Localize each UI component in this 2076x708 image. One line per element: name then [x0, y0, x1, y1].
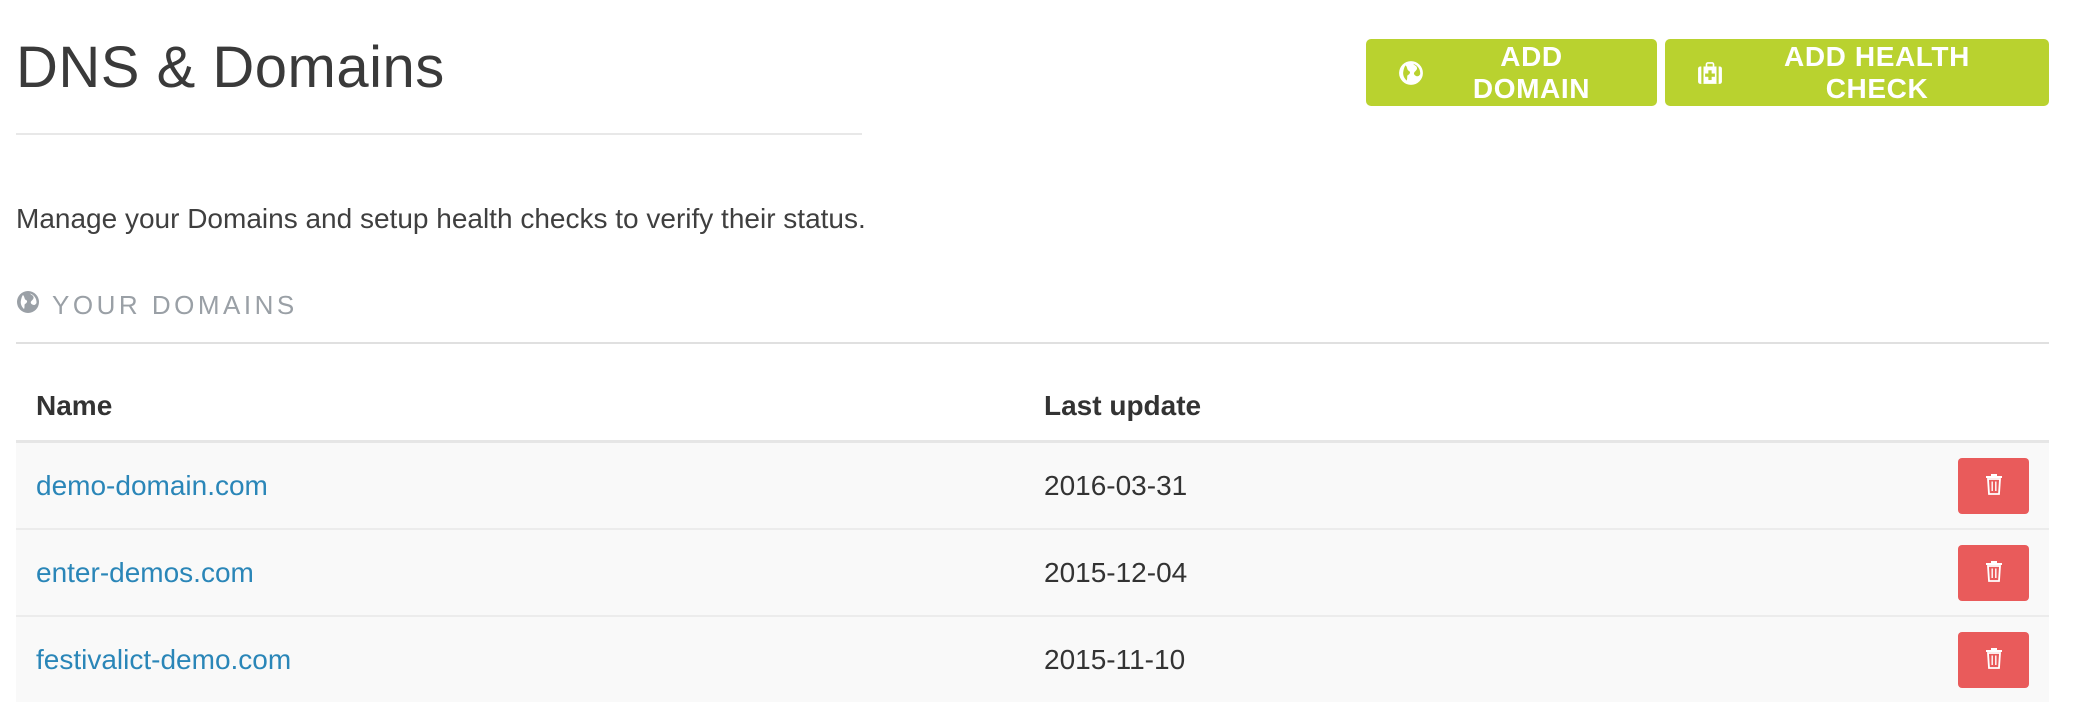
domain-link[interactable]: demo-domain.com	[36, 470, 268, 501]
delete-button[interactable]	[1958, 544, 2029, 601]
name-cell: festivalict-demo.com	[16, 616, 1024, 702]
last-update-cell: 2015-12-04	[1024, 529, 1864, 617]
domain-link[interactable]: enter-demos.com	[36, 557, 254, 588]
title-divider	[16, 133, 862, 135]
globe-icon	[16, 288, 40, 322]
table-row: festivalict-demo.com 2015-11-10	[16, 616, 2049, 702]
section-heading-label: YOUR DOMAINS	[52, 290, 298, 320]
page-description: Manage your Domains and setup health che…	[16, 203, 866, 234]
table-row: demo-domain.com 2016-03-31	[16, 441, 2049, 530]
trash-icon	[1985, 473, 2003, 498]
trash-icon	[1985, 647, 2003, 672]
column-header-name: Name	[16, 372, 1024, 443]
globe-icon	[1398, 60, 1424, 86]
add-domain-label: ADD DOMAIN	[1472, 40, 1591, 104]
page: DNS & Domains ADD DOMAIN ADD HEALTH CHEC…	[0, 0, 2076, 708]
add-domain-button[interactable]: ADD DOMAIN	[1366, 39, 1657, 106]
last-update-cell: 2016-03-31	[1024, 441, 1864, 530]
domain-link[interactable]: festivalict-demo.com	[36, 644, 291, 675]
column-header-last-update: Last update	[1024, 372, 1864, 443]
medkit-icon	[1697, 60, 1723, 86]
section-divider	[16, 342, 2049, 344]
actions-cell	[1864, 529, 2049, 617]
add-health-check-label: ADD HEALTH CHECK	[1784, 40, 1970, 104]
name-cell: demo-domain.com	[16, 441, 1024, 530]
last-update-cell: 2015-11-10	[1024, 616, 1864, 702]
add-health-check-button[interactable]: ADD HEALTH CHECK	[1665, 39, 2049, 106]
page-title: DNS & Domains	[16, 35, 445, 100]
table-header-row: Name Last update	[16, 372, 2049, 443]
domains-table: Name Last update demo-domain.com 2016-03…	[16, 372, 2049, 702]
trash-icon	[1985, 560, 2003, 585]
delete-button[interactable]	[1958, 631, 2029, 688]
delete-button[interactable]	[1958, 457, 2029, 514]
actions-cell	[1864, 616, 2049, 702]
actions-cell	[1864, 441, 2049, 530]
name-cell: enter-demos.com	[16, 529, 1024, 617]
section-heading: YOUR DOMAINS	[16, 288, 298, 322]
table-row: enter-demos.com 2015-12-04	[16, 529, 2049, 617]
column-header-actions	[1864, 372, 2049, 443]
header-actions: ADD DOMAIN ADD HEALTH CHECK	[1366, 39, 2049, 106]
